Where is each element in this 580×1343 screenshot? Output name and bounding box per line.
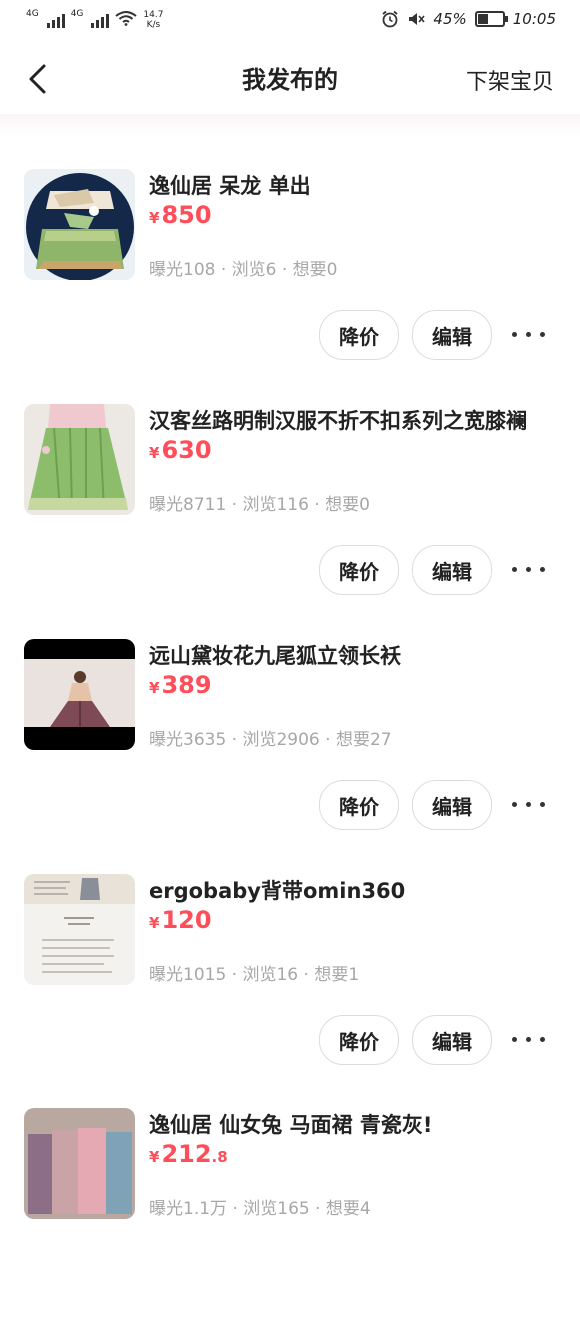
price-decimal: .8	[211, 1148, 228, 1166]
price-value: 850	[161, 201, 212, 229]
price-value: 120	[161, 906, 212, 934]
edit-button[interactable]: 编辑	[412, 780, 492, 830]
net-speed: 14.7 K/s	[143, 10, 163, 30]
more-icon[interactable]	[512, 329, 548, 339]
net-speed-unit: K/s	[146, 20, 161, 30]
product-image	[24, 874, 135, 985]
net-speed-value: 14.7	[143, 10, 164, 20]
currency-symbol: ¥	[149, 679, 160, 697]
more-icon[interactable]	[512, 564, 548, 574]
product-image	[24, 1108, 135, 1219]
item-price: ¥850	[149, 201, 212, 229]
item-thumbnail[interactable]	[24, 404, 135, 515]
battery-icon	[474, 11, 508, 27]
status-left: 4G 4G 14.7 K/s	[26, 9, 163, 31]
edit-button[interactable]: 编辑	[412, 545, 492, 595]
nav-bar: 我发布的 下架宝贝	[0, 44, 580, 114]
product-image	[24, 639, 135, 750]
reduce-price-button[interactable]: 降价	[319, 780, 399, 830]
signal-icon	[91, 10, 110, 28]
item-price: ¥212.8	[149, 1140, 228, 1168]
item-stats: 曝光1015 · 浏览16 · 想要1	[149, 965, 360, 985]
price-value: 212	[161, 1140, 212, 1168]
mute-icon	[409, 13, 426, 25]
more-icon[interactable]	[512, 1034, 548, 1044]
status-bar: 4G 4G 14.7 K/s 45% 10:05	[0, 0, 580, 44]
wifi-icon	[115, 11, 138, 26]
item-title[interactable]: 逸仙居 仙女兔 马面裙 青瓷灰!	[149, 1109, 433, 1139]
item-thumbnail[interactable]	[24, 169, 135, 280]
clock: 10:05	[512, 10, 556, 28]
currency-symbol: ¥	[149, 209, 160, 227]
signal-icon	[46, 10, 65, 28]
status-right: 45% 10:05	[381, 10, 556, 28]
list-item[interactable]: 逸仙居 呆龙 单出 ¥850 曝光108 · 浏览6 · 想要0 降价 编辑	[0, 169, 580, 404]
header-divider	[0, 114, 580, 136]
edit-button[interactable]: 编辑	[412, 1015, 492, 1065]
alarm-icon	[382, 10, 398, 28]
item-stats: 曝光8711 · 浏览116 · 想要0	[149, 495, 370, 515]
list-item[interactable]: 汉客丝路明制汉服不折不扣系列之宽膝襕 ¥630 曝光8711 · 浏览116 ·…	[0, 404, 580, 639]
item-title[interactable]: 远山黛妆花九尾狐立领长袄	[149, 640, 401, 670]
product-image	[24, 169, 135, 280]
price-value: 389	[161, 671, 212, 699]
item-price: ¥630	[149, 436, 212, 464]
battery-percent: 45%	[433, 10, 467, 28]
reduce-price-button[interactable]: 降价	[319, 1015, 399, 1065]
product-image	[24, 404, 135, 515]
item-price: ¥120	[149, 906, 212, 934]
battery-fill	[477, 14, 488, 24]
item-thumbnail[interactable]	[24, 874, 135, 985]
item-thumbnail[interactable]	[24, 639, 135, 750]
more-icon[interactable]	[512, 799, 548, 809]
price-value: 630	[161, 436, 212, 464]
item-stats: 曝光3635 · 浏览2906 · 想要27	[149, 730, 392, 750]
list-item[interactable]: 逸仙居 仙女兔 马面裙 青瓷灰! ¥212.8 曝光1.1万 · 浏览165 ·…	[0, 1108, 580, 1343]
currency-symbol: ¥	[149, 914, 160, 932]
list-item[interactable]: 远山黛妆花九尾狐立领长袄 ¥389 曝光3635 · 浏览2906 · 想要27…	[0, 639, 580, 874]
sim1-label: 4G	[26, 9, 39, 19]
currency-symbol: ¥	[149, 444, 160, 462]
reduce-price-button[interactable]: 降价	[319, 545, 399, 595]
item-stats: 曝光1.1万 · 浏览165 · 想要4	[149, 1199, 371, 1219]
item-title[interactable]: ergobaby背带omin360	[149, 875, 405, 905]
edit-button[interactable]: 编辑	[412, 310, 492, 360]
item-title[interactable]: 汉客丝路明制汉服不折不扣系列之宽膝襕	[149, 405, 527, 435]
item-title[interactable]: 逸仙居 呆龙 单出	[149, 170, 311, 200]
delist-button[interactable]: 下架宝贝	[466, 64, 554, 96]
sim2-label: 4G	[70, 9, 84, 19]
currency-symbol: ¥	[149, 1148, 160, 1166]
item-stats: 曝光108 · 浏览6 · 想要0	[149, 260, 338, 280]
item-thumbnail[interactable]	[24, 1108, 135, 1219]
reduce-price-button[interactable]: 降价	[319, 310, 399, 360]
list-item[interactable]: ergobaby背带omin360 ¥120 曝光1015 · 浏览16 · 想…	[0, 874, 580, 1109]
item-price: ¥389	[149, 671, 212, 699]
